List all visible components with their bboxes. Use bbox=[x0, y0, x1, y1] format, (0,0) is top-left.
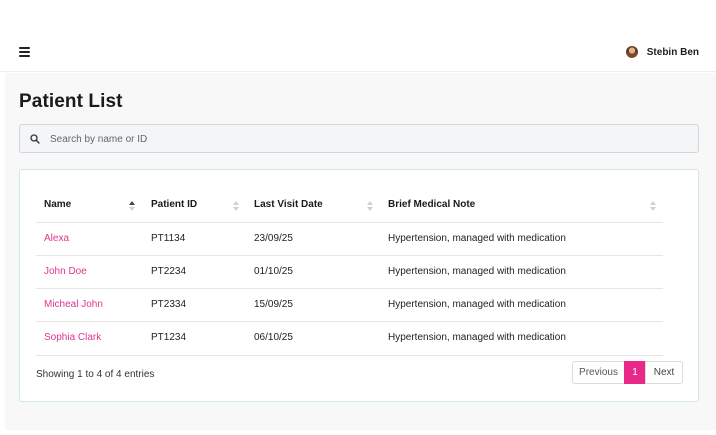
sort-icon-patient-id[interactable] bbox=[233, 201, 239, 211]
column-header-brief-medical-note[interactable]: Brief Medical Note bbox=[388, 199, 475, 210]
sort-icon-name[interactable] bbox=[129, 201, 135, 211]
previous-page-button[interactable]: Previous bbox=[572, 361, 625, 384]
last-visit-date-cell: 23/09/25 bbox=[254, 233, 293, 244]
medical-note-cell: Hypertension, managed with medication bbox=[388, 332, 566, 343]
sort-icon-last-visit-date[interactable] bbox=[367, 201, 373, 211]
next-page-button[interactable]: Next bbox=[645, 361, 683, 384]
page-1-button[interactable]: 1 bbox=[624, 361, 646, 384]
patient-name-link[interactable]: John Doe bbox=[44, 266, 87, 277]
patient-id-cell: PT1234 bbox=[151, 332, 187, 343]
patient-name-link[interactable]: Micheal John bbox=[44, 299, 103, 310]
last-visit-date-cell: 01/10/25 bbox=[254, 266, 293, 277]
header-divider bbox=[36, 222, 663, 223]
last-visit-date-cell: 15/09/25 bbox=[254, 299, 293, 310]
last-visit-date-cell: 06/10/25 bbox=[254, 332, 293, 343]
medical-note-cell: Hypertension, managed with medication bbox=[388, 299, 566, 310]
medical-note-cell: Hypertension, managed with medication bbox=[388, 233, 566, 244]
patient-id-cell: PT2334 bbox=[151, 299, 187, 310]
avatar[interactable] bbox=[625, 46, 638, 58]
patient-name-link[interactable]: Sophia Clark bbox=[44, 332, 101, 343]
patient-id-cell: PT1134 bbox=[151, 233, 186, 244]
column-header-patient-id[interactable]: Patient ID bbox=[151, 199, 197, 210]
sort-icon-brief-medical-note[interactable] bbox=[650, 201, 656, 211]
row-divider bbox=[36, 255, 663, 256]
search-input[interactable] bbox=[50, 130, 690, 148]
user-menu[interactable]: Stebin Ben bbox=[625, 44, 699, 60]
row-divider bbox=[36, 355, 663, 356]
column-header-name[interactable]: Name bbox=[44, 199, 71, 210]
user-name[interactable]: Stebin Ben bbox=[647, 47, 699, 58]
hamburger-menu-icon[interactable] bbox=[19, 46, 31, 58]
search-box[interactable] bbox=[19, 124, 699, 153]
search-icon bbox=[30, 134, 40, 144]
top-bar: Stebin Ben bbox=[0, 0, 716, 72]
row-divider bbox=[36, 288, 663, 289]
page-title: Patient List bbox=[19, 91, 123, 112]
column-header-last-visit-date[interactable]: Last Visit Date bbox=[254, 199, 323, 210]
entries-info: Showing 1 to 4 of 4 entries bbox=[36, 369, 155, 380]
medical-note-cell: Hypertension, managed with medication bbox=[388, 266, 566, 277]
patient-id-cell: PT2234 bbox=[151, 266, 187, 277]
patient-name-link[interactable]: Alexa bbox=[44, 233, 69, 244]
row-divider bbox=[36, 321, 663, 322]
